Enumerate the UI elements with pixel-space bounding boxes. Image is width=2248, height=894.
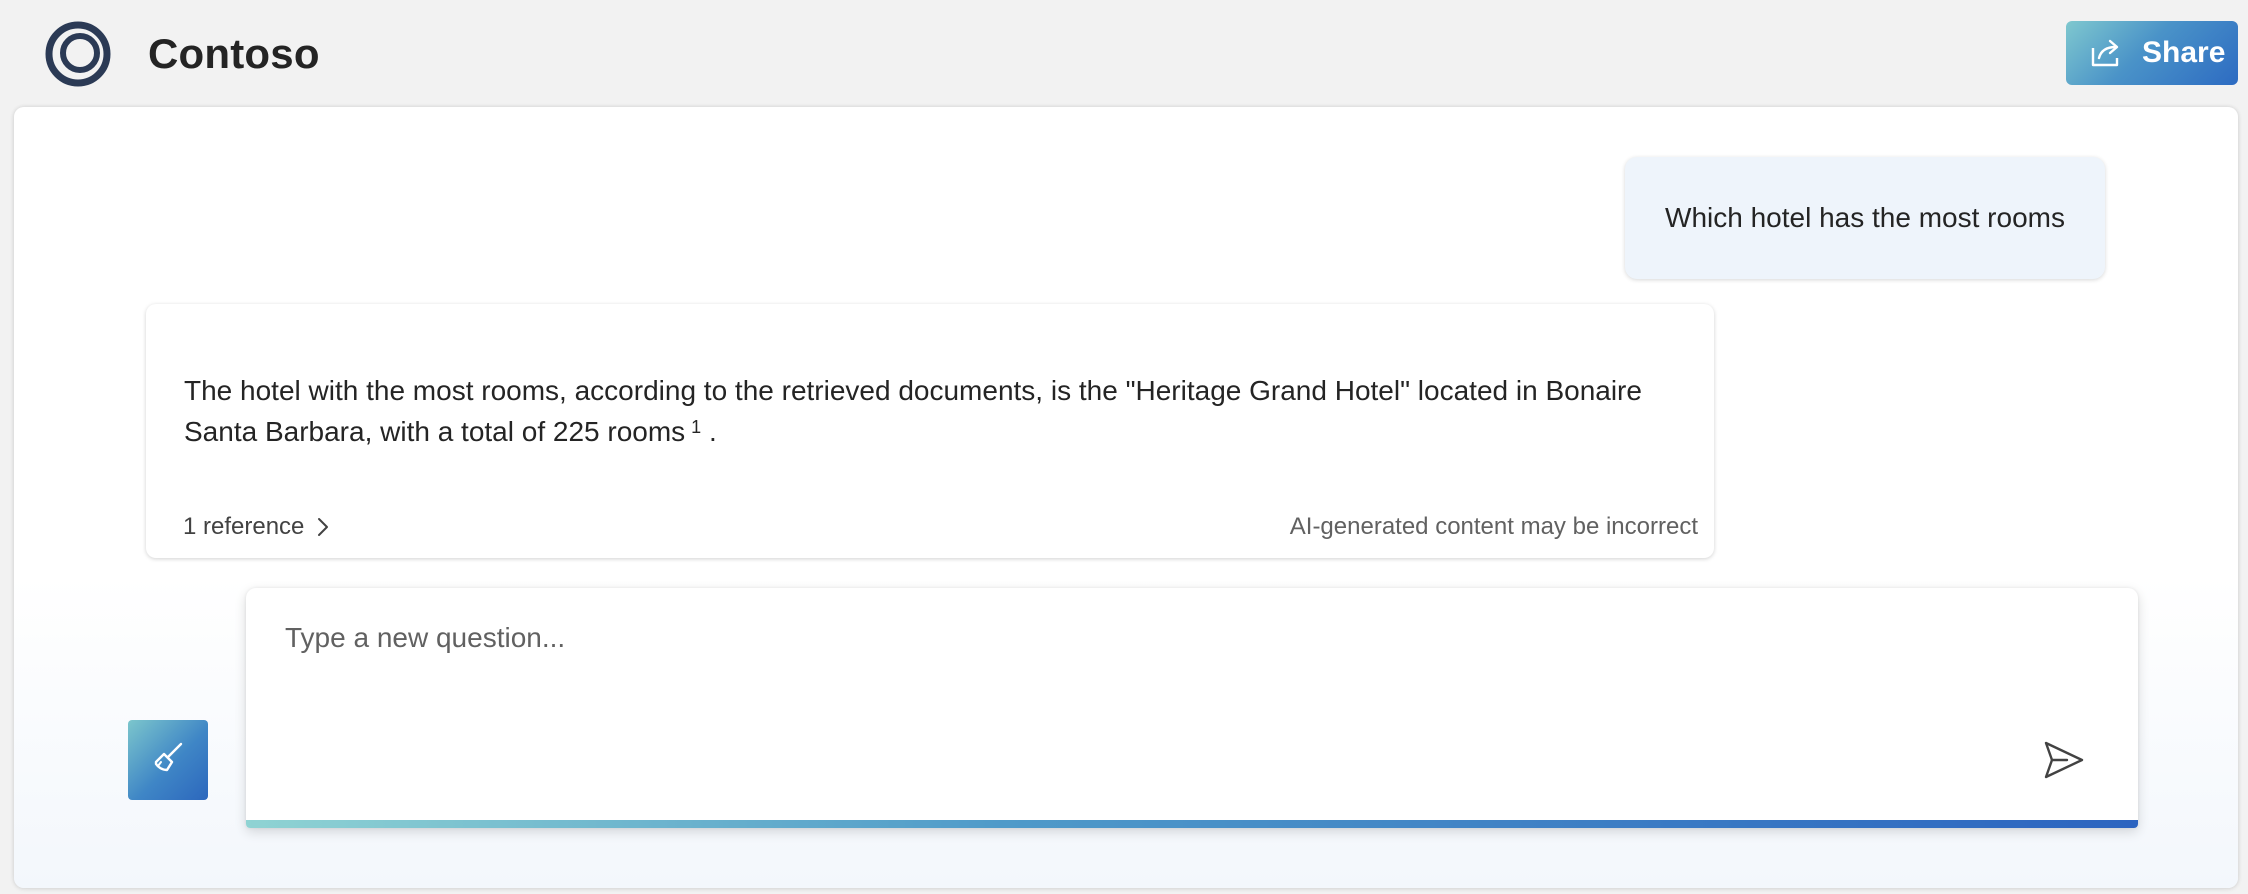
share-button[interactable]: Share [2066, 21, 2238, 85]
broom-icon [150, 740, 186, 781]
share-button-label: Share [2142, 36, 2226, 69]
answer-trailing: . [708, 416, 717, 447]
app-title: Contoso [148, 30, 320, 77]
user-message-text: Which hotel has the most rooms [1665, 202, 2065, 233]
top-header: Contoso Share [0, 0, 2248, 108]
citation-marker[interactable]: 1 [691, 417, 701, 437]
contoso-logo-icon [44, 20, 112, 88]
answer-body: The hotel with the most rooms, according… [184, 375, 1642, 447]
references-label: 1 reference [183, 513, 305, 540]
assistant-answer-card: The hotel with the most rooms, according… [146, 304, 1714, 558]
question-composer [246, 588, 2138, 828]
references-toggle[interactable]: 1 reference [183, 513, 330, 541]
answer-text: The hotel with the most rooms, according… [184, 370, 1684, 452]
question-input[interactable] [285, 622, 1985, 742]
composer-accent-bar [246, 820, 2138, 828]
clear-chat-button[interactable] [128, 720, 208, 800]
send-icon [2043, 740, 2085, 785]
send-button[interactable] [2038, 736, 2090, 788]
user-message-bubble: Which hotel has the most rooms [1625, 157, 2105, 279]
ai-disclaimer: AI-generated content may be incorrect [1289, 513, 1698, 540]
chevron-right-icon [316, 515, 330, 539]
share-icon [2090, 38, 2124, 68]
